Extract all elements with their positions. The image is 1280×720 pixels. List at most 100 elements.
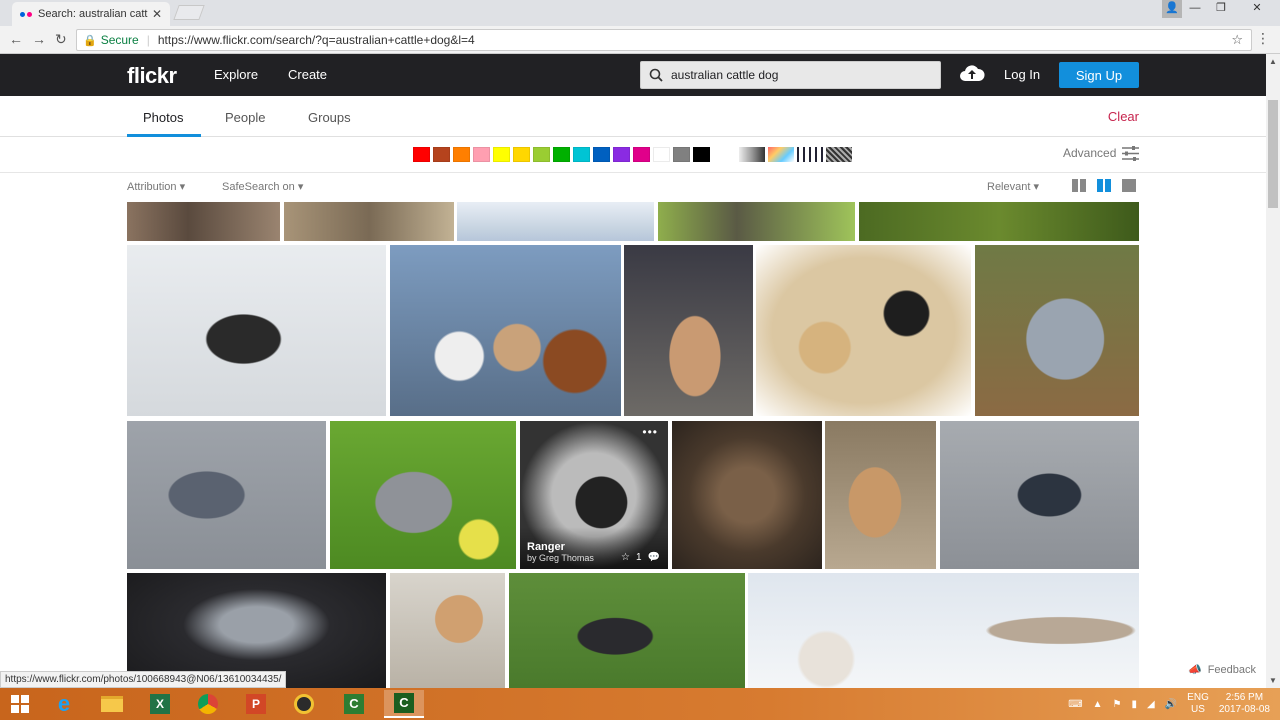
color-swatch-1[interactable]	[433, 147, 450, 162]
browser-menu-icon[interactable]: ⋮	[1256, 30, 1270, 47]
reload-icon[interactable]: ↻	[55, 31, 67, 48]
powerpoint-icon[interactable]: P	[236, 690, 276, 718]
color-swatch-6[interactable]	[533, 147, 550, 162]
more-options-icon[interactable]: •••	[642, 425, 658, 439]
camtasia-recorder-icon[interactable]: C	[384, 690, 424, 718]
forward-icon[interactable]: →	[32, 31, 46, 47]
justified-grid-icon[interactable]	[1097, 179, 1111, 192]
camtasia-icon[interactable]: C	[334, 690, 374, 718]
user-profile-icon[interactable]: 👤	[1162, 0, 1182, 18]
photo-tile[interactable]	[390, 573, 505, 688]
search-input[interactable]: australian cattle dog	[640, 61, 941, 89]
fave-star-icon[interactable]: ☆	[621, 552, 630, 563]
color-swatch-0[interactable]	[413, 147, 430, 162]
color-swatch-13[interactable]	[673, 147, 690, 162]
safesearch-dropdown[interactable]: SafeSearch on ▾	[222, 180, 303, 193]
file-explorer-icon[interactable]	[92, 690, 132, 718]
photo-tile[interactable]	[127, 202, 280, 241]
black-and-white-filter[interactable]	[739, 147, 765, 162]
chrome-icon[interactable]	[188, 690, 228, 718]
color-swatch-9[interactable]	[593, 147, 610, 162]
scroll-up-icon[interactable]: ▲	[1269, 57, 1277, 66]
photo-tile-ranger[interactable]: ••• Ranger by Greg Thomas ☆ 1 💬	[520, 421, 668, 569]
tab-photos[interactable]: Photos	[143, 110, 183, 125]
texture-filter[interactable]	[826, 147, 852, 162]
photo-title[interactable]: Ranger	[527, 541, 594, 553]
photo-tile[interactable]	[330, 421, 516, 569]
photo-tile[interactable]	[624, 245, 753, 416]
small-grid-icon[interactable]	[1072, 179, 1086, 192]
photo-tile[interactable]	[825, 421, 936, 569]
color-swatch-5[interactable]	[513, 147, 530, 162]
windows-start-icon[interactable]	[0, 690, 40, 718]
photo-tile[interactable]	[672, 421, 822, 569]
caret-down-icon: ▾	[179, 181, 186, 193]
color-swatch-12[interactable]	[653, 147, 670, 162]
internet-explorer-icon[interactable]: e	[44, 690, 84, 718]
bookmark-star-icon[interactable]: ☆	[1231, 32, 1243, 48]
color-swatch-2[interactable]	[453, 147, 470, 162]
feedback-button[interactable]: 📣 Feedback	[1188, 663, 1256, 677]
browser-tab[interactable]: Search: australian cattle dog ✕	[12, 2, 170, 26]
network-icon[interactable]: ◢	[1147, 699, 1155, 710]
photo-tile[interactable]	[390, 245, 621, 416]
keyboard-icon[interactable]: ⌨	[1068, 699, 1082, 710]
nav-explore[interactable]: Explore	[214, 67, 258, 82]
nav-create[interactable]: Create	[288, 67, 327, 82]
login-link[interactable]: Log In	[1004, 67, 1040, 82]
window-controls: 👤 — ❐ ✕	[1162, 0, 1280, 18]
photo-tile[interactable]	[940, 421, 1139, 569]
photo-tile[interactable]	[127, 421, 326, 569]
flag-icon[interactable]: ⚑	[1113, 699, 1122, 710]
color-swatch-10[interactable]	[613, 147, 630, 162]
tray-overflow-icon[interactable]: ▲	[1093, 699, 1103, 710]
pattern-filter[interactable]	[797, 147, 823, 162]
clock[interactable]: 2:56 PM 2017-08-08	[1219, 692, 1270, 716]
flickr-logo[interactable]: flickr	[127, 63, 177, 89]
advanced-filters-link[interactable]: Advanced	[1063, 146, 1116, 160]
page-scrollbar[interactable]: ▲ ▼	[1266, 54, 1280, 688]
volume-icon[interactable]: 🔊	[1165, 699, 1177, 710]
large-view-icon[interactable]	[1122, 179, 1136, 192]
new-tab-button[interactable]	[173, 5, 205, 20]
comment-icon[interactable]: 💬	[648, 552, 660, 563]
license-dropdown[interactable]: Attribution ▾	[127, 180, 185, 193]
back-icon[interactable]: ←	[9, 31, 23, 47]
excel-icon[interactable]: X	[140, 690, 180, 718]
photo-tile[interactable]	[756, 245, 971, 416]
sliders-icon[interactable]	[1122, 146, 1139, 166]
photo-tile[interactable]	[457, 202, 654, 241]
close-window-icon[interactable]: ✕	[1234, 0, 1280, 18]
tab-groups[interactable]: Groups	[308, 110, 351, 125]
photo-tile[interactable]	[975, 245, 1139, 416]
color-swatch-4[interactable]	[493, 147, 510, 162]
photo-tile[interactable]	[509, 573, 745, 688]
color-swatch-14[interactable]	[693, 147, 710, 162]
battery-icon[interactable]: ▮	[1132, 699, 1138, 710]
language-indicator[interactable]: ENG US	[1187, 692, 1209, 716]
minimalist-filter[interactable]	[768, 147, 794, 162]
clear-search-link[interactable]: Clear	[1108, 109, 1139, 124]
color-swatch-3[interactable]	[473, 147, 490, 162]
upload-cloud-icon[interactable]	[959, 63, 985, 88]
photo-owner[interactable]: by Greg Thomas	[527, 553, 594, 563]
color-swatch-11[interactable]	[633, 147, 650, 162]
tab-people[interactable]: People	[225, 110, 265, 125]
photo-tile[interactable]	[658, 202, 855, 241]
sort-dropdown[interactable]: Relevant ▾	[987, 180, 1039, 193]
signup-button[interactable]: Sign Up	[1059, 62, 1139, 88]
minimize-icon[interactable]: —	[1182, 0, 1208, 18]
scroll-down-icon[interactable]: ▼	[1269, 676, 1277, 685]
color-swatch-8[interactable]	[573, 147, 590, 162]
url-text[interactable]: https://www.flickr.com/search/?q=austral…	[158, 33, 475, 47]
omnibox[interactable]: 🔒 Secure | https://www.flickr.com/search…	[76, 29, 1252, 51]
close-tab-icon[interactable]: ✕	[152, 7, 162, 21]
photo-tile[interactable]	[127, 245, 386, 416]
photo-tile[interactable]	[284, 202, 454, 241]
audio-app-icon[interactable]	[284, 690, 324, 718]
photo-tile[interactable]	[859, 202, 1139, 241]
color-swatch-7[interactable]	[553, 147, 570, 162]
photo-tile[interactable]	[748, 573, 1139, 688]
maximize-icon[interactable]: ❐	[1208, 0, 1234, 18]
scrollbar-thumb[interactable]	[1268, 100, 1278, 208]
